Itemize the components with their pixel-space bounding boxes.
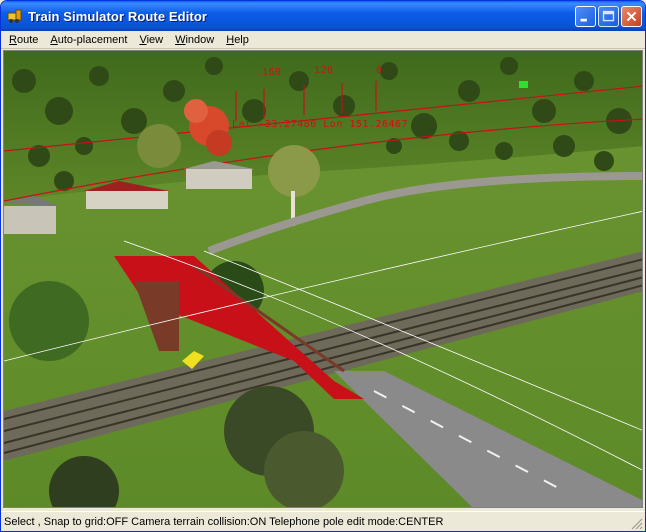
menu-help[interactable]: Help bbox=[220, 32, 255, 48]
overlay-marker-120: 120 bbox=[314, 65, 334, 76]
status-bar: Select , Snap to grid:OFF Camera terrain… bbox=[1, 511, 645, 531]
minimize-button[interactable] bbox=[575, 6, 596, 27]
window-title: Train Simulator Route Editor bbox=[28, 8, 208, 24]
menu-bar: Route Auto-placement View Window Help bbox=[1, 31, 645, 49]
overlay-marker-0: 0 bbox=[376, 65, 383, 76]
resize-grip-icon[interactable] bbox=[631, 518, 643, 530]
title-bar[interactable]: Train Simulator Route Editor bbox=[1, 1, 645, 31]
menu-view[interactable]: View bbox=[133, 32, 169, 48]
menu-auto-placement[interactable]: Auto-placement bbox=[44, 32, 133, 48]
overlay-coordinates: Lat -33.27480 Lon 151.26467 bbox=[232, 119, 409, 130]
title-buttons bbox=[575, 6, 642, 27]
3d-viewport[interactable]: 160 120 0 Lat -33.27480 Lon 151.26467 bbox=[3, 50, 643, 508]
app-window: Train Simulator Route Editor Route Auto-… bbox=[0, 0, 646, 532]
green-marker bbox=[519, 81, 528, 88]
maximize-button[interactable] bbox=[598, 6, 619, 27]
minimize-icon bbox=[580, 18, 587, 22]
maximize-icon bbox=[602, 10, 615, 22]
close-button[interactable] bbox=[621, 6, 642, 27]
status-text: Select , Snap to grid:OFF Camera terrain… bbox=[4, 516, 444, 528]
menu-window[interactable]: Window bbox=[169, 32, 220, 48]
train-app-icon bbox=[7, 9, 22, 23]
overlay-marker-160: 160 bbox=[262, 67, 282, 78]
close-icon bbox=[626, 11, 637, 22]
menu-route[interactable]: Route bbox=[3, 32, 44, 48]
